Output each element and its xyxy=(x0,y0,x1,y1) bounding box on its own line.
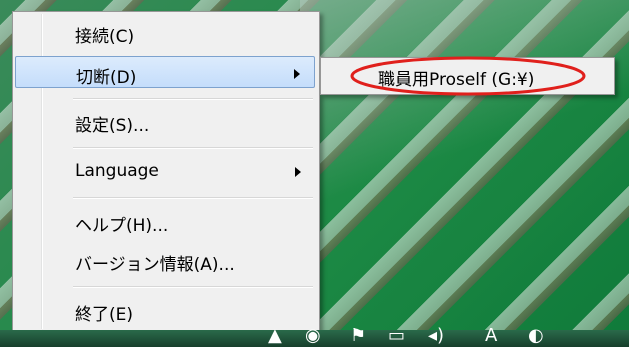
menu-item-label: Language xyxy=(75,161,159,181)
menu-item-disconnect[interactable]: 切断(D) xyxy=(15,56,315,88)
ime-icon[interactable]: A xyxy=(485,326,497,346)
submenu-arrow-icon xyxy=(294,69,300,79)
menu-item-label: 設定(S)... xyxy=(75,116,150,136)
flag-icon[interactable]: ⚑ xyxy=(350,326,366,346)
submenu-arrow-icon xyxy=(295,167,301,177)
menu-item-version-info[interactable]: バージョン情報(A)... xyxy=(15,244,315,276)
taskbar-tray: ▲ ◉ ⚑ ▭ ◂) A ◐ xyxy=(0,326,629,347)
speaker-icon[interactable]: ◂) xyxy=(428,326,444,346)
menu-item-help[interactable]: ヘルプ(H)... xyxy=(15,205,315,237)
menu-item-language[interactable]: Language xyxy=(15,155,315,187)
menu-item-label: 終了(E) xyxy=(75,305,134,325)
menu-separator xyxy=(73,286,313,288)
menu-separator xyxy=(73,197,313,199)
menu-item-label: ヘルプ(H)... xyxy=(75,216,169,236)
menu-item-label: 切断(D) xyxy=(76,68,137,88)
menu-item-exit[interactable]: 終了(E) xyxy=(15,294,315,326)
app-icon[interactable]: ◐ xyxy=(528,326,544,346)
menu-item-settings[interactable]: 設定(S)... xyxy=(15,105,315,137)
menu-item-connect[interactable]: 接続(C) xyxy=(15,16,315,48)
menu-item-label: バージョン情報(A)... xyxy=(75,255,235,275)
chevron-up-icon[interactable]: ▲ xyxy=(268,326,282,346)
menu-item-label: 接続(C) xyxy=(75,27,135,47)
annotation-ellipse xyxy=(350,56,586,96)
network-icon[interactable]: ◉ xyxy=(305,326,321,346)
menu-separator xyxy=(73,98,313,100)
context-menu: 接続(C) 切断(D) 設定(S)... Language ヘルプ(H)... … xyxy=(12,11,320,332)
monitor-icon[interactable]: ▭ xyxy=(388,326,405,346)
menu-separator xyxy=(73,147,313,149)
